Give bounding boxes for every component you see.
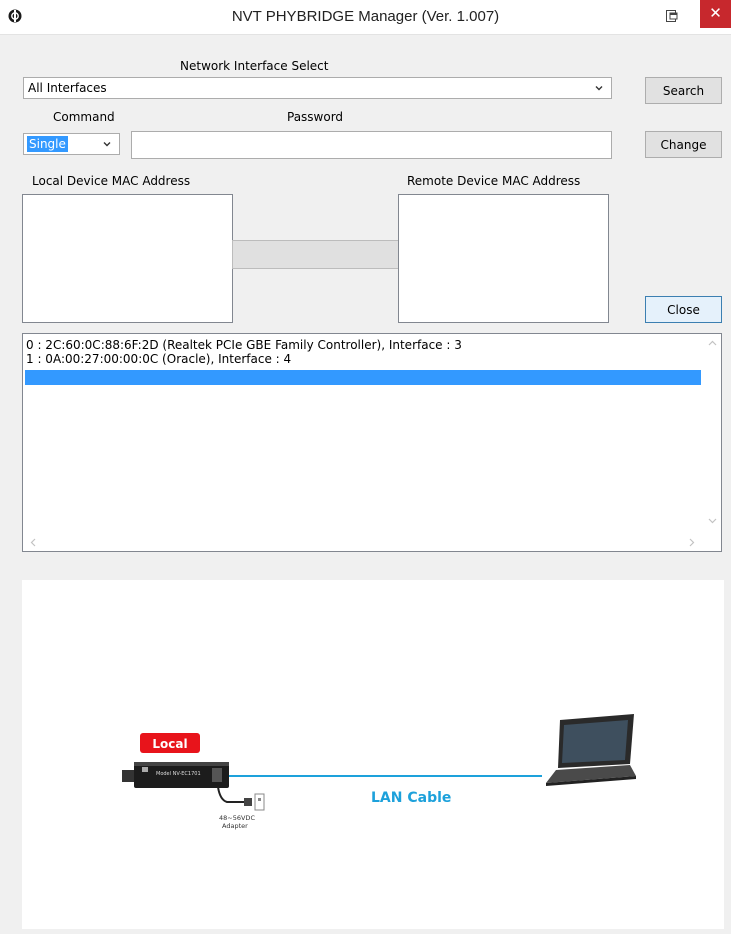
network-interface-value: All Interfaces [28, 81, 107, 95]
scroll-right-icon[interactable] [689, 538, 695, 547]
connection-diagram: Local Model NV-EC1701 48~56VDC Adapter L… [22, 580, 724, 929]
window-title: NVT PHYBRIDGE Manager (Ver. 1.007) [231, 8, 500, 25]
adapter-text-1: 48~56VDC [219, 814, 255, 822]
close-button[interactable]: Close [645, 296, 722, 323]
adapter-text-2: Adapter [222, 822, 248, 830]
horizontal-scrollbar[interactable] [23, 534, 721, 551]
scroll-left-icon[interactable] [30, 538, 36, 547]
connection-illustration: Local Model NV-EC1701 48~56VDC Adapter L… [122, 714, 636, 830]
title-bar: NVT PHYBRIDGE Manager (Ver. 1.007) ✕ [0, 0, 731, 35]
selected-row[interactable] [25, 370, 701, 385]
network-interface-label: Network Interface Select [180, 59, 329, 73]
remote-mac-label: Remote Device MAC Address [407, 174, 581, 188]
change-button[interactable]: Change [645, 131, 722, 158]
local-label: Local [152, 737, 187, 751]
command-value: Single [27, 136, 68, 152]
chevron-down-icon [103, 142, 111, 147]
local-mac-list[interactable] [22, 194, 233, 323]
laptop-icon [546, 714, 636, 786]
password-label: Password [287, 110, 344, 124]
remote-mac-list[interactable] [398, 194, 609, 323]
log-line[interactable]: 1 : 0A:00:27:00:00:0C (Oracle), Interfac… [26, 352, 291, 366]
search-button[interactable]: Search [645, 77, 722, 104]
local-mac-label: Local Device MAC Address [32, 174, 191, 188]
log-line[interactable]: 0 : 2C:60:0C:88:6F:2D (Realtek PCIe GBE … [26, 338, 462, 352]
interface-log-list[interactable]: 0 : 2C:60:0C:88:6F:2D (Realtek PCIe GBE … [22, 333, 722, 552]
password-input[interactable] [131, 131, 612, 159]
scroll-up-icon[interactable] [708, 340, 717, 346]
chevron-down-icon [595, 86, 603, 91]
command-select[interactable]: Single [23, 133, 120, 155]
power-adapter-icon [217, 786, 265, 811]
command-label: Command [53, 110, 115, 124]
phybridge-device-icon: Model NV-EC1701 [122, 762, 229, 788]
vertical-scrollbar[interactable] [704, 334, 721, 534]
device-link-bar [232, 240, 399, 269]
scroll-down-icon[interactable] [708, 518, 717, 524]
close-window-button[interactable]: ✕ [700, 0, 731, 28]
lan-cable-label: LAN Cable [371, 790, 451, 806]
network-interface-select[interactable]: All Interfaces [23, 77, 612, 99]
window-restore-icon[interactable] [664, 8, 680, 24]
device-model-text: Model NV-EC1701 [156, 771, 201, 777]
